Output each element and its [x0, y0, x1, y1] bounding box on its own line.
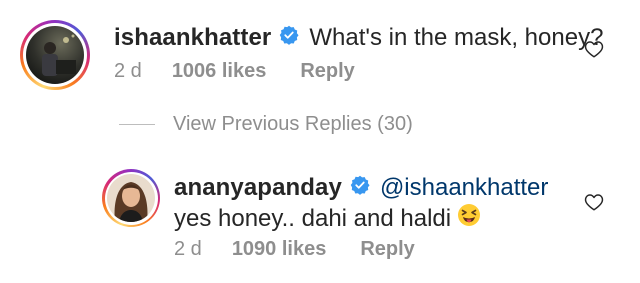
reply-button[interactable]: Reply	[300, 60, 354, 83]
divider	[119, 124, 155, 125]
avatar-ring[interactable]	[102, 169, 160, 227]
comment-likes[interactable]: 1006 likes	[172, 60, 267, 83]
reply-likes[interactable]: 1090 likes	[232, 238, 327, 261]
comment-text: What's in the mask, honey?	[309, 24, 604, 51]
comment-timestamp[interactable]: 2 d	[114, 60, 142, 83]
reply-timestamp[interactable]: 2 d	[174, 238, 202, 261]
comment-username[interactable]: ishaankhatter	[114, 24, 271, 52]
reply-button[interactable]: Reply	[360, 238, 414, 261]
avatar	[26, 26, 84, 84]
heart-outline-icon[interactable]	[584, 40, 604, 63]
verified-badge-icon	[279, 24, 299, 52]
heart-outline-icon[interactable]	[584, 193, 604, 216]
view-previous-replies[interactable]: View Previous Replies (30)	[119, 113, 413, 136]
reply-text: yes honey.. dahi and haldi	[174, 204, 452, 232]
squinting-tongue-emoji-icon	[457, 203, 481, 234]
verified-badge-icon	[350, 174, 370, 202]
avatar	[107, 174, 155, 222]
reply-username[interactable]: ananyapanday	[174, 174, 342, 202]
mention-link[interactable]: @ishaankhatter	[380, 174, 548, 202]
view-previous-replies-label[interactable]: View Previous Replies (30)	[173, 113, 413, 136]
avatar-ring[interactable]	[20, 20, 90, 90]
